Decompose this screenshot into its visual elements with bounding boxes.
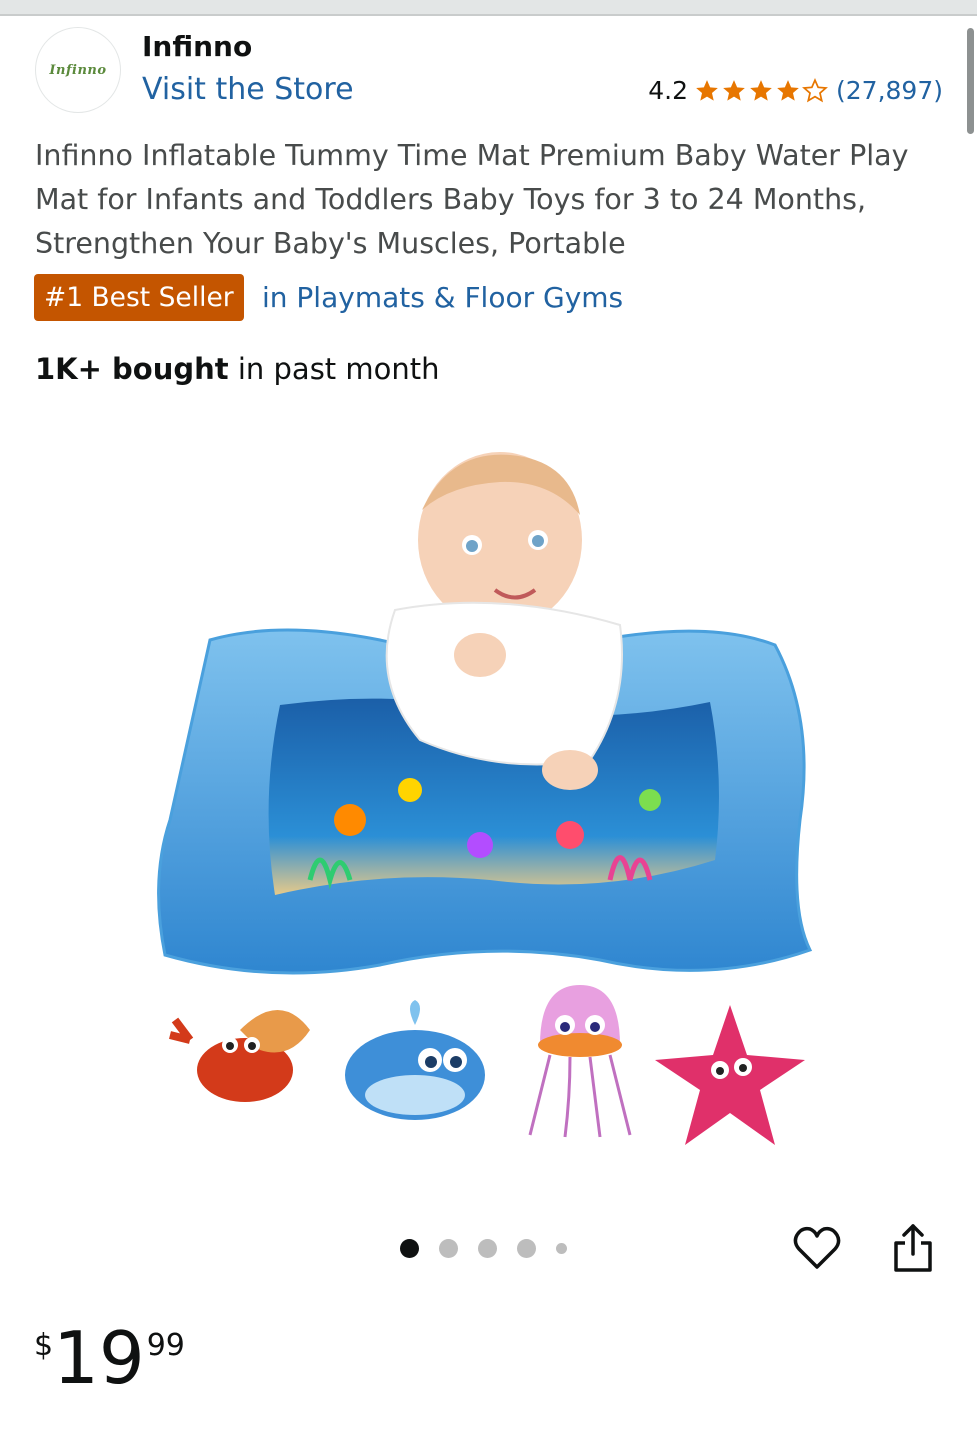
visit-store-link[interactable]: Visit the Store [142, 72, 354, 107]
star-icon [777, 79, 799, 101]
jellyfish-character [528, 985, 632, 1138]
bought-count-bold: 1K+ bought [35, 352, 229, 386]
brand-logo[interactable]: Infinno [35, 27, 121, 113]
star-icon [696, 79, 718, 101]
brand-name[interactable]: Infinno [142, 30, 252, 63]
bought-count: 1K+ bought in past month [35, 352, 440, 386]
bought-count-rest: in past month [228, 352, 440, 386]
image-carousel-dots[interactable] [400, 1239, 567, 1258]
star-icon [750, 79, 772, 101]
category-link[interactable]: in Playmats & Floor Gyms [262, 281, 623, 314]
price: $ 19 99 [34, 1318, 185, 1398]
scrollbar[interactable] [967, 28, 974, 134]
rating-value: 4.2 [648, 76, 689, 105]
carousel-dot[interactable] [439, 1239, 458, 1258]
top-bar [0, 0, 977, 16]
whale-character [345, 1000, 485, 1120]
product-image[interactable] [150, 440, 830, 1160]
carousel-dot[interactable] [517, 1239, 536, 1258]
rating-count: (27,897) [836, 76, 943, 105]
star-empty-icon [802, 77, 828, 102]
brand-logo-text: Infinno [49, 62, 107, 78]
price-fraction: 99 [146, 1328, 185, 1363]
product-title: Infinno Inflatable Tummy Time Mat Premiu… [35, 139, 909, 260]
price-whole: 19 [53, 1316, 145, 1400]
rating-stars [694, 77, 828, 104]
star-icon [723, 79, 745, 101]
share-icon[interactable] [890, 1222, 936, 1274]
carousel-dot[interactable] [556, 1243, 567, 1254]
best-seller-badge[interactable]: #1 Best Seller [34, 274, 244, 321]
carousel-dot[interactable] [400, 1239, 419, 1258]
heart-icon[interactable] [792, 1223, 842, 1273]
price-currency: $ [34, 1328, 54, 1363]
starfish-character [655, 1005, 805, 1145]
rating-summary[interactable]: 4.2 (27,897) [648, 76, 943, 105]
crab-character [169, 1010, 310, 1102]
carousel-dot[interactable] [478, 1239, 497, 1258]
